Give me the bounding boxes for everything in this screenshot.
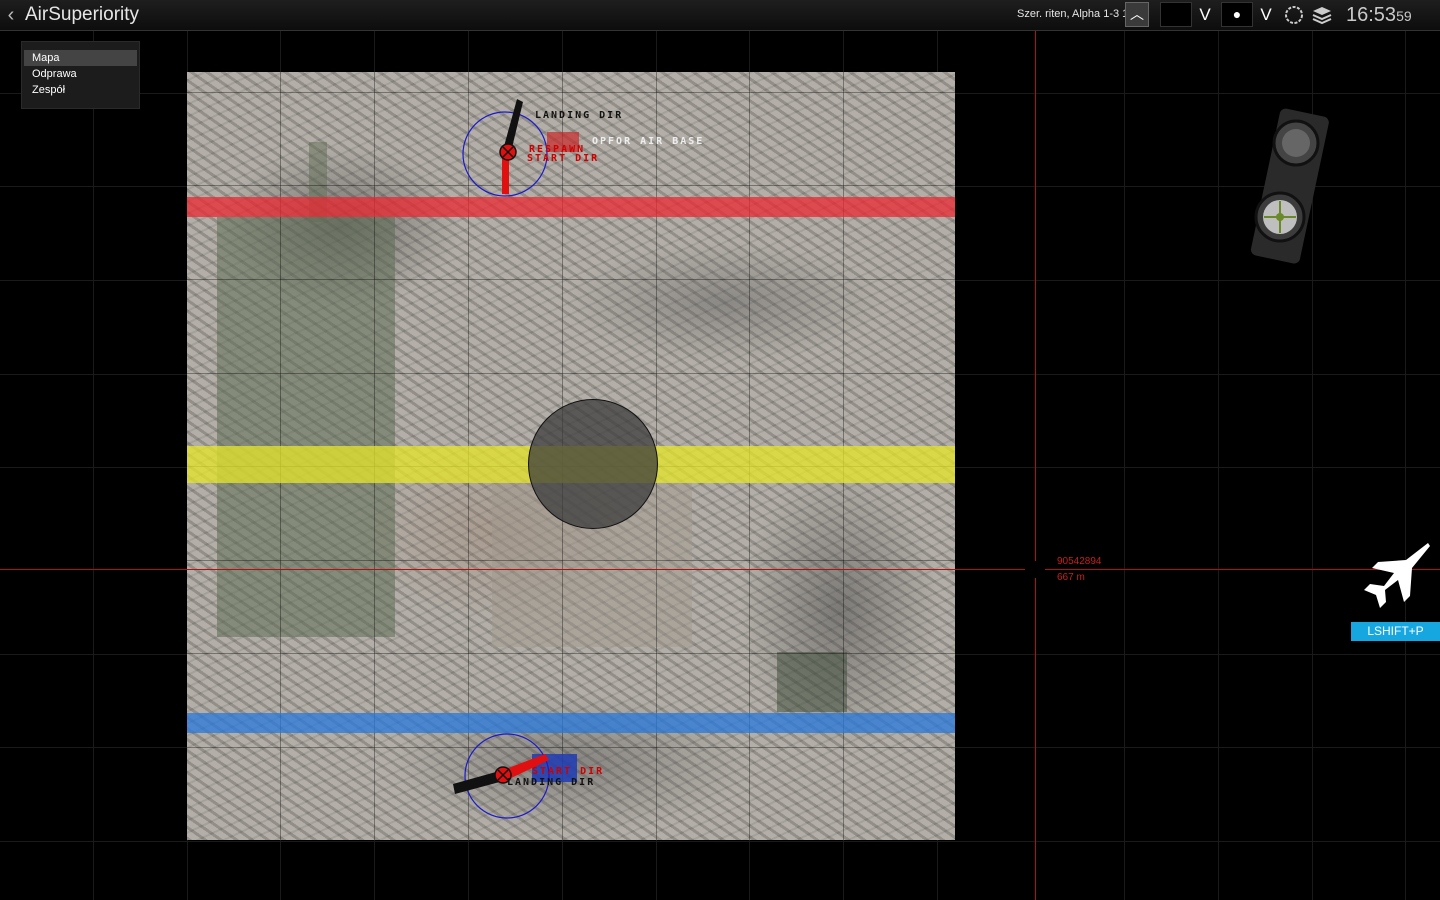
opfor-base-label: OPFOR AIR BASE bbox=[592, 136, 705, 147]
north-start-label: START DIR bbox=[527, 153, 600, 164]
cursor-center bbox=[1025, 561, 1045, 578]
vegetation-overlay bbox=[217, 217, 395, 637]
terrain-grid-line bbox=[187, 747, 955, 748]
marker-shape-select[interactable]: ● bbox=[1221, 2, 1253, 27]
jet-fighter-icon[interactable] bbox=[1358, 540, 1433, 615]
player-info: Szer. riten, Alpha 1-3 1 bbox=[1017, 8, 1129, 20]
menu-item-map[interactable]: Mapa bbox=[24, 50, 137, 66]
grid-line bbox=[1124, 31, 1125, 900]
chevron-up-button[interactable]: ︿ bbox=[1125, 2, 1149, 27]
shortcut-badge[interactable]: LSHIFT+P bbox=[1351, 622, 1440, 641]
grid-line bbox=[0, 841, 1440, 842]
terrain-grid-line bbox=[187, 279, 955, 280]
layers-icon[interactable] bbox=[1311, 5, 1333, 25]
terrain-grid-line bbox=[187, 92, 955, 93]
clock-hm: 16:53 bbox=[1346, 4, 1397, 26]
menu-item-team[interactable]: Zespół bbox=[24, 82, 137, 98]
terrain-grid-line bbox=[187, 560, 955, 561]
grid-line bbox=[1218, 31, 1219, 900]
north-boundary-band bbox=[187, 197, 955, 217]
marker-color-select[interactable] bbox=[1160, 2, 1192, 27]
compass-icon[interactable] bbox=[1240, 105, 1330, 270]
clock-seconds: 59 bbox=[1396, 8, 1412, 24]
terrain-map[interactable]: LANDING DIR OPFOR AIR BASE RESPAWN START… bbox=[187, 72, 955, 840]
map-side-menu: Mapa Odprawa Zespół bbox=[21, 41, 140, 109]
top-bar: ‹ AirSuperiority Szer. riten, Alpha 1-3 … bbox=[0, 0, 1440, 31]
grid-line bbox=[93, 31, 94, 900]
menu-item-briefing[interactable]: Odprawa bbox=[24, 66, 137, 82]
south-boundary-band bbox=[187, 713, 955, 733]
objective-zone-marker[interactable] bbox=[528, 399, 658, 529]
cursor-coordinates: 90542894 bbox=[1057, 556, 1102, 567]
terrain-grid-line bbox=[187, 185, 955, 186]
app-title: AirSuperiority bbox=[25, 4, 140, 25]
cursor-crosshair-horizontal bbox=[0, 569, 1440, 570]
cursor-crosshair-vertical bbox=[1035, 31, 1036, 900]
back-chevron-icon[interactable]: ‹ bbox=[2, 3, 20, 27]
chevron-down-icon[interactable]: V bbox=[1256, 2, 1276, 27]
clock: 16:5359 bbox=[1346, 3, 1412, 28]
chevron-down-icon[interactable]: V bbox=[1195, 2, 1215, 27]
south-start-label: START DIR bbox=[532, 766, 605, 777]
gps-ring-icon[interactable] bbox=[1283, 4, 1305, 26]
terrain-grid-line bbox=[187, 653, 955, 654]
field-overlay bbox=[777, 652, 847, 712]
grid-line bbox=[1405, 31, 1406, 900]
north-landing-label: LANDING DIR bbox=[535, 110, 624, 121]
south-landing-label: LANDING DIR bbox=[507, 777, 596, 788]
cursor-distance: 667 m bbox=[1057, 572, 1085, 583]
terrain-grid-line bbox=[187, 373, 955, 374]
